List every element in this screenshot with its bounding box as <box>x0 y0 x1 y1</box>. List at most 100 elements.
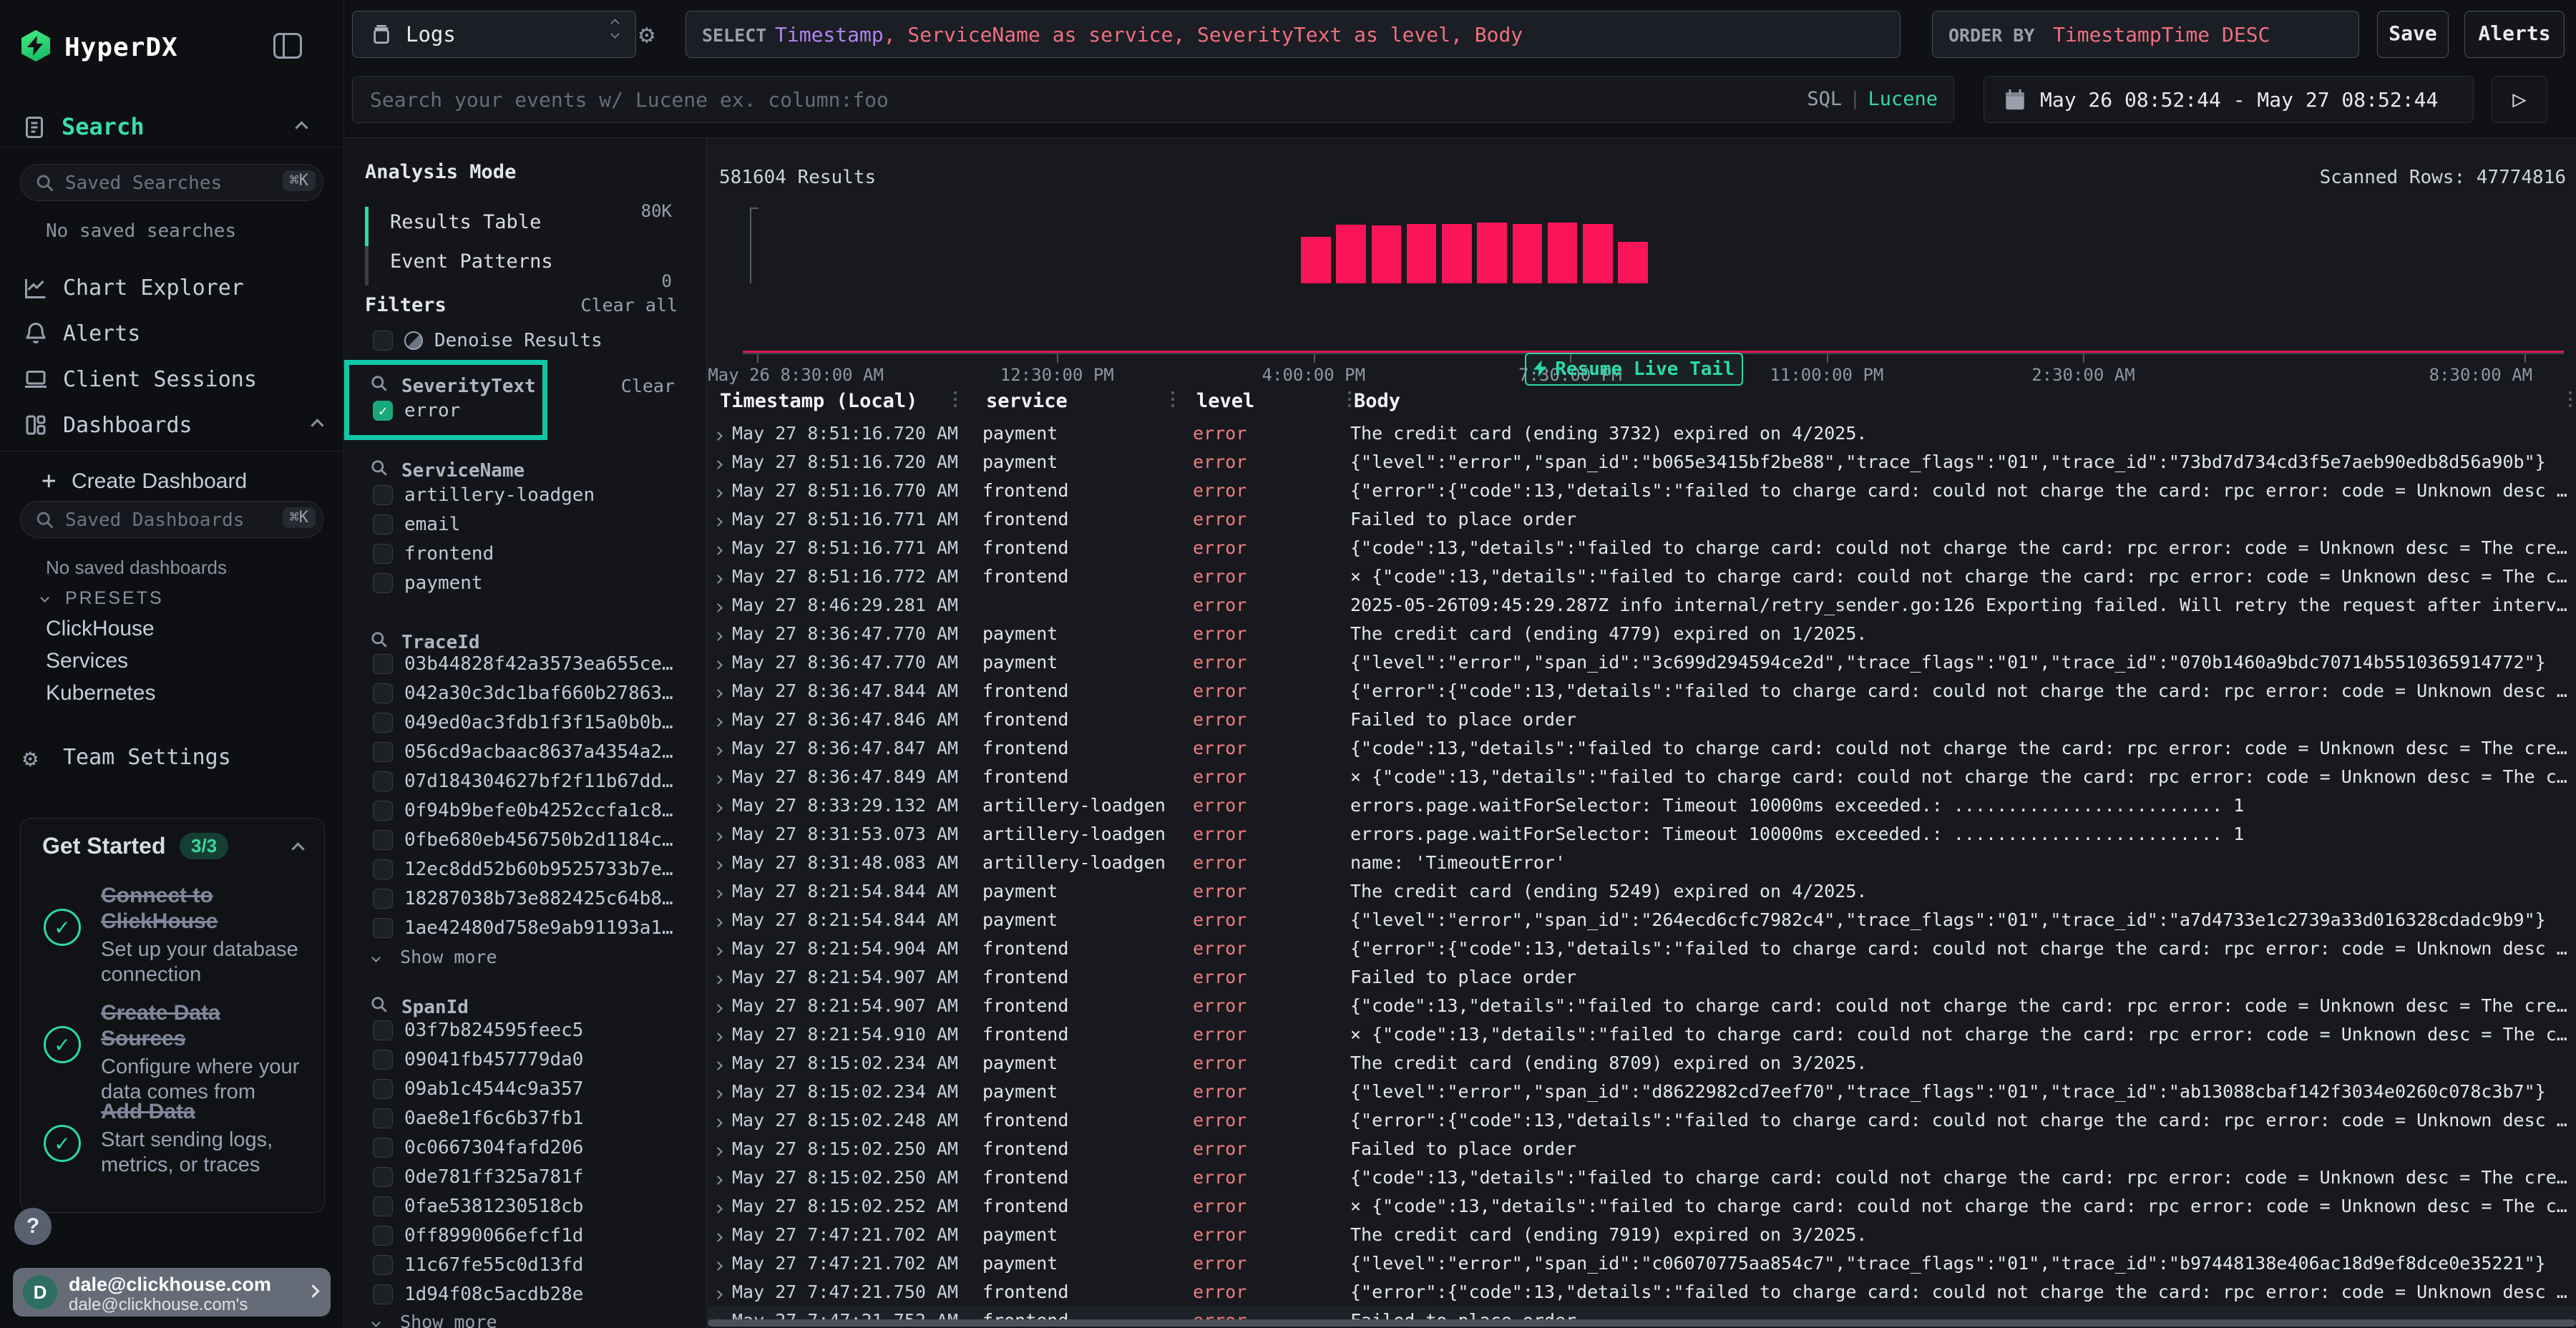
col-level[interactable]: level <box>1196 390 1254 412</box>
clear-all-button[interactable]: Clear all <box>581 295 678 316</box>
table-row[interactable]: May 27 8:15:02.234 AMpaymenterror{"level… <box>708 1077 2576 1105</box>
saved-searches-input[interactable]: Saved Searches ⌘K <box>20 164 323 201</box>
row-expand-icon[interactable] <box>708 623 732 644</box>
row-expand-icon[interactable] <box>708 1081 732 1102</box>
filter-option[interactable]: 07d184304627bf2f11b67dd… <box>373 766 736 796</box>
row-expand-icon[interactable] <box>708 1167 732 1188</box>
sidebar-item-services[interactable]: Services <box>46 649 128 673</box>
column-resize-handle[interactable]: ⋮ <box>1163 389 1182 410</box>
query-settings-gear-icon[interactable]: ⚙ <box>639 20 655 49</box>
row-expand-icon[interactable] <box>708 537 732 558</box>
filter-option[interactable]: 11c67fe55c0d13fd <box>373 1250 736 1279</box>
sidebar-item-kubernetes[interactable]: Kubernetes <box>46 681 155 706</box>
checkbox[interactable] <box>373 713 393 733</box>
sidebar-collapse-icon[interactable] <box>273 33 302 59</box>
checkbox[interactable] <box>373 1255 393 1275</box>
search-icon[interactable] <box>370 374 389 398</box>
checkbox[interactable]: ✓ <box>373 401 393 421</box>
row-expand-icon[interactable] <box>708 967 732 987</box>
chevron-up-icon[interactable] <box>291 842 304 855</box>
filter-option[interactable]: 03b44828f42a3573ea655ce… <box>373 649 736 678</box>
sidebar-item-team-settings[interactable]: ⚙ Team Settings <box>0 736 343 778</box>
search-input[interactable] <box>353 77 1953 122</box>
table-row[interactable]: May 27 8:15:02.250 AMfrontenderrorFailed… <box>708 1134 2576 1163</box>
row-expand-icon[interactable] <box>708 1281 732 1302</box>
resume-live-tail-button[interactable]: Resume Live Tail <box>1525 353 1743 386</box>
checkbox[interactable] <box>373 1226 393 1246</box>
table-row[interactable]: May 27 8:33:29.132 AMartillery-loadgener… <box>708 791 2576 819</box>
filter-option[interactable]: payment <box>373 568 736 597</box>
table-row[interactable]: May 27 8:15:02.250 AMfrontenderror{"code… <box>708 1163 2576 1191</box>
col-body[interactable]: Body <box>1354 390 1400 412</box>
sidebar-item-chart-explorer[interactable]: Chart Explorer <box>0 266 343 309</box>
table-row[interactable]: May 27 8:15:02.234 AMpaymenterrorThe cre… <box>708 1048 2576 1077</box>
checkbox[interactable] <box>373 918 393 938</box>
col-timestamp[interactable]: Timestamp (Local) <box>720 390 917 412</box>
filter-option[interactable]: 0fbe680eb456750b2d1184c… <box>373 825 736 854</box>
table-row[interactable]: May 27 8:21:54.907 AMfrontenderrorFailed… <box>708 962 2576 991</box>
row-expand-icon[interactable] <box>708 938 732 959</box>
checkbox[interactable] <box>373 742 393 762</box>
search-icon[interactable] <box>370 459 389 482</box>
filter-option[interactable]: 03f7b824595feec5 <box>373 1015 736 1045</box>
table-row[interactable]: May 27 8:21:54.907 AMfrontenderror{"code… <box>708 991 2576 1020</box>
checkbox[interactable] <box>373 859 393 879</box>
checkbox[interactable] <box>373 1138 393 1158</box>
row-expand-icon[interactable] <box>708 738 732 758</box>
filter-option[interactable]: 049ed0ac3fdb1f3f15a0b0b… <box>373 708 736 737</box>
row-expand-icon[interactable] <box>708 881 732 902</box>
table-row[interactable]: May 27 8:51:16.770 AMfrontenderror{"erro… <box>708 476 2576 504</box>
row-expand-icon[interactable] <box>708 451 732 472</box>
sidebar-item-search[interactable]: Search <box>21 113 322 143</box>
span-show-more[interactable]: Show more <box>373 1312 497 1328</box>
table-row[interactable]: May 27 7:47:21.702 AMpaymenterror{"level… <box>708 1249 2576 1277</box>
checkbox[interactable] <box>373 1167 393 1187</box>
checkbox[interactable] <box>373 1196 393 1216</box>
sql-select-input[interactable]: SELECT Timestamp, ServiceName as service… <box>686 11 1901 58</box>
table-row[interactable]: May 27 8:36:47.770 AMpaymenterrorThe cre… <box>708 619 2576 648</box>
row-expand-icon[interactable] <box>708 795 732 816</box>
checkbox[interactable] <box>373 485 393 505</box>
denoise-filter[interactable]: Denoise Results <box>373 330 602 351</box>
checkbox[interactable] <box>373 1079 393 1099</box>
table-row[interactable]: May 27 8:21:54.904 AMfrontenderror{"erro… <box>708 934 2576 962</box>
filter-option[interactable]: ✓error <box>373 396 736 425</box>
alerts-button[interactable]: Alerts <box>2464 11 2565 58</box>
checkbox[interactable] <box>373 771 393 791</box>
checkbox[interactable] <box>373 1284 393 1304</box>
filter-option[interactable]: 0f94b9befe0b4252ccfa1c8… <box>373 796 736 825</box>
table-row[interactable]: May 27 8:36:47.844 AMfrontenderror{"erro… <box>708 676 2576 705</box>
table-row[interactable]: May 27 8:36:47.846 AMfrontenderrorFailed… <box>708 705 2576 733</box>
row-expand-icon[interactable] <box>708 709 732 730</box>
filter-option[interactable]: 18287038b73e882425c64b8… <box>373 884 736 913</box>
denoise-checkbox[interactable] <box>373 331 393 351</box>
filter-option[interactable]: 056cd9acbaac8637a4354a2… <box>373 737 736 766</box>
row-expand-icon[interactable] <box>708 766 732 787</box>
row-expand-icon[interactable] <box>708 423 732 444</box>
filter-option[interactable]: 1ae42480d758e9ab91193a1… <box>373 913 736 942</box>
trace-show-more[interactable]: Show more <box>373 947 497 967</box>
row-expand-icon[interactable] <box>708 652 732 673</box>
checkbox[interactable] <box>373 683 393 703</box>
filter-option[interactable]: 1d94f08c5acdb28e <box>373 1279 736 1309</box>
filter-option[interactable]: 0c0667304fafd206 <box>373 1133 736 1162</box>
row-expand-icon[interactable] <box>708 852 732 873</box>
row-expand-icon[interactable] <box>708 1224 732 1245</box>
row-expand-icon[interactable] <box>708 909 732 930</box>
user-profile-chip[interactable]: D dale@clickhouse.com dale@clickhouse.co… <box>13 1268 331 1317</box>
row-expand-icon[interactable] <box>708 509 732 529</box>
row-expand-icon[interactable] <box>708 1110 732 1131</box>
results-histogram[interactable]: May 26 8:30:00 AM12:30:00 PM4:00:00 PM7:… <box>750 208 2557 283</box>
lucene-toggle[interactable]: Lucene <box>1868 88 1938 110</box>
table-row[interactable]: May 27 8:51:16.772 AMfrontenderror× {"co… <box>708 562 2576 590</box>
table-row[interactable]: May 27 8:15:02.252 AMfrontenderror× {"co… <box>708 1191 2576 1220</box>
filter-option[interactable]: 0ae8e1f6c6b37fb1 <box>373 1103 736 1133</box>
checkbox[interactable] <box>373 801 393 821</box>
col-service[interactable]: service <box>986 390 1068 412</box>
row-expand-icon[interactable] <box>708 680 732 701</box>
table-row[interactable]: May 27 8:36:47.847 AMfrontenderror{"code… <box>708 733 2576 762</box>
table-row[interactable]: May 27 8:21:54.844 AMpaymenterror{"level… <box>708 905 2576 934</box>
run-query-button[interactable]: ▷ <box>2492 76 2547 123</box>
filter-option[interactable]: frontend <box>373 539 736 568</box>
sidebar-item-dashboards[interactable]: Dashboards <box>0 404 343 446</box>
